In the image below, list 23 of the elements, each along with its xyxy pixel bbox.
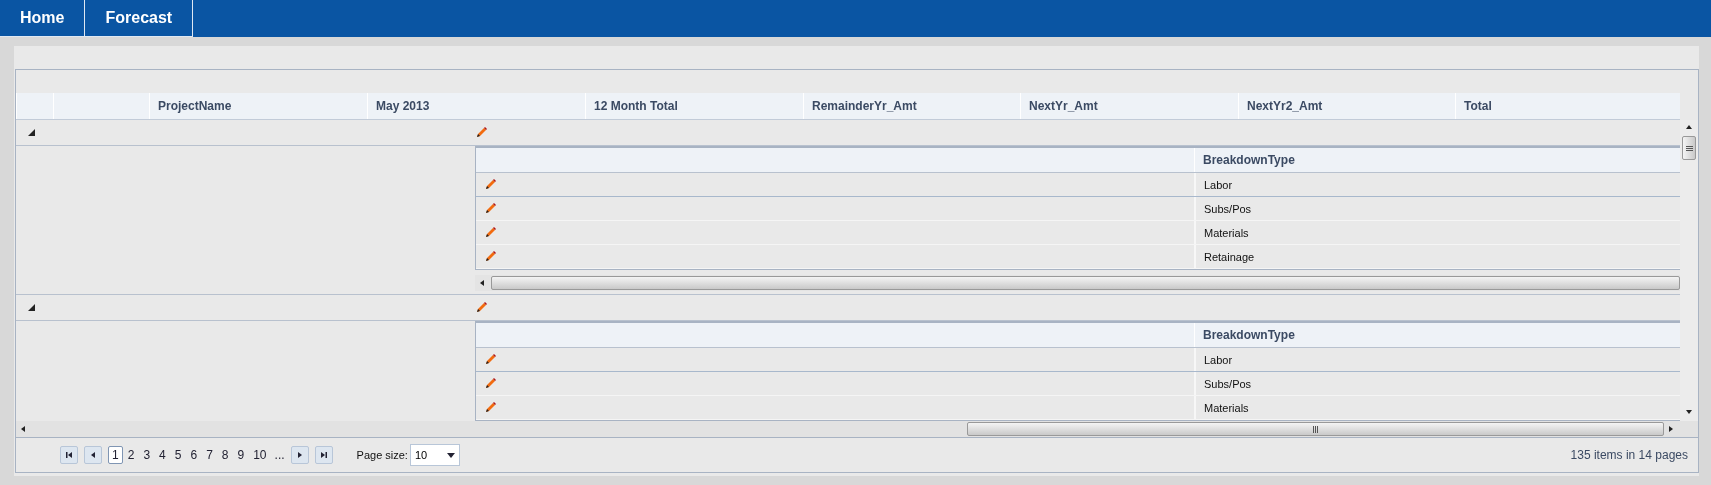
column-header[interactable]: NextYr2_Amt [1238,93,1455,119]
page-size-label: Page size: [356,449,408,461]
more-pages[interactable]: ... [274,448,285,462]
page-number[interactable]: 10 [249,446,271,464]
column-header[interactable]: RemainderYr_Amt [803,93,1020,119]
nav-tab[interactable]: Home [0,0,86,37]
page-number[interactable]: 4 [155,446,170,464]
nav-tab[interactable]: Forecast [85,0,194,37]
pager-summary: 135 items in 14 pages [1570,448,1688,462]
page-number[interactable]: 6 [186,446,202,464]
page-number[interactable]: 7 [202,446,217,464]
column-header[interactable]: 12 Month Total [585,93,803,119]
column-header[interactable]: ProjectName [149,93,367,119]
column-header[interactable]: May 2013 [367,93,585,119]
page-number[interactable]: 8 [217,446,233,464]
column-header[interactable]: NextYr_Amt [1020,93,1238,119]
column-header[interactable]: Total [1455,93,1680,119]
page-number[interactable]: 3 [139,446,155,464]
page-number[interactable]: 2 [123,446,139,464]
page-size-dropdown[interactable]: 10 [409,444,460,466]
page-number[interactable]: 1 [108,446,123,464]
page-number[interactable]: 5 [170,446,186,464]
page-number[interactable]: 9 [233,446,249,464]
